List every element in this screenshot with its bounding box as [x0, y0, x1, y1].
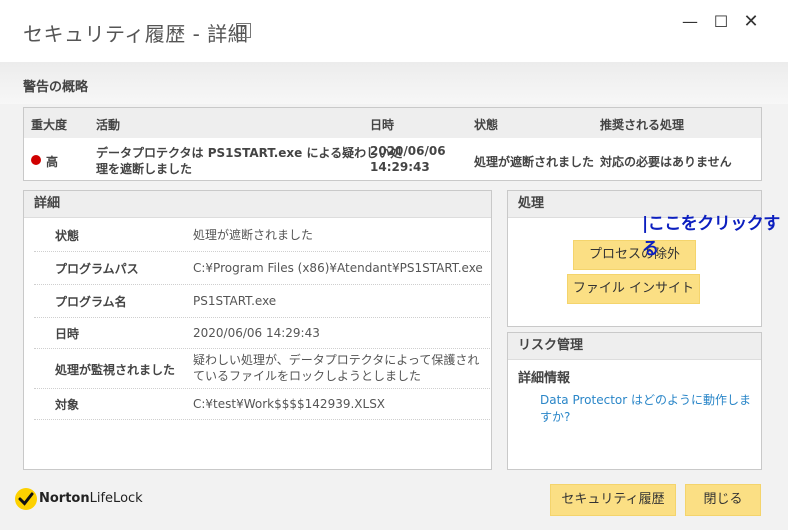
help-icon[interactable]: ? — [236, 23, 251, 38]
detail-value: 疑わしい処理が、データプロテクタによって保護されているファイルをロックしようとし… — [193, 353, 480, 383]
detail-row-target: 対象 C:¥test¥Work$$$$142939.XLSX — [34, 389, 490, 420]
severity-high-icon — [31, 155, 41, 165]
detail-value: 処理が遮断されました — [193, 228, 314, 242]
table-row[interactable]: 高 データプロテクタは PS1START.exe による疑わしい処 理を遮断しま… — [24, 139, 761, 179]
detail-label: 日時 — [55, 327, 80, 341]
detail-label: 対象 — [55, 398, 80, 412]
alert-date: 2020/06/06 — [370, 144, 446, 158]
header-severity: 重大度 — [31, 118, 68, 132]
title-bar: セキュリティ履歴 - 詳細 ? — ☐ ✕ — [0, 0, 788, 62]
table-header: 重大度 活動 日時 状態 推奨される処理 — [24, 108, 761, 138]
detail-row-monitored: 処理が監視されました 疑わしい処理が、データプロテクタによって保護されているファ… — [34, 349, 490, 389]
header-activity: 活動 — [96, 118, 121, 132]
risk-title: リスク管理 — [508, 333, 761, 360]
detail-value[interactable]: C:¥test¥Work$$$$142939.XLSX — [193, 396, 385, 412]
checkmark-icon — [15, 488, 37, 510]
details-panel: 詳細 状態 処理が遮断されました プログラムパス C:¥Program File… — [23, 190, 492, 470]
more-info-heading: 詳細情報 — [518, 371, 571, 386]
alert-status: 処理が遮断されました — [474, 155, 595, 169]
activity-line-2: 理を遮断しました — [96, 162, 193, 176]
header-status: 状態 — [474, 118, 499, 132]
detail-row-datetime: 日時 2020/06/06 14:29:43 — [34, 318, 490, 349]
detail-label: プログラムパス — [55, 262, 139, 276]
alert-recommended: 対応の必要はありません — [600, 155, 732, 169]
window-title: セキュリティ履歴 - 詳細 — [23, 22, 249, 46]
severity-value: 高 — [46, 155, 59, 169]
detail-label: 状態 — [55, 229, 80, 243]
detail-value: PS1START.exe — [193, 294, 277, 308]
click-here-annotation: |ここをクリックする — [642, 214, 780, 259]
minimize-button[interactable]: — — [680, 12, 700, 32]
alert-time: 14:29:43 — [370, 160, 430, 174]
detail-row-status: 状態 処理が遮断されました — [34, 219, 490, 252]
close-icon[interactable]: ✕ — [741, 12, 761, 32]
data-protector-help-link[interactable]: Data Protector はどのように動作しますか? — [540, 391, 761, 425]
alert-summary-title: 警告の概略 — [23, 80, 89, 95]
logo-text-bold: Norton — [39, 491, 90, 506]
detail-label: 処理が監視されました — [55, 363, 176, 377]
activity-line-1: データプロテクタは PS1START.exe による疑わしい処 — [96, 146, 403, 160]
header-band — [0, 62, 788, 104]
maximize-button[interactable]: ☐ — [711, 12, 731, 32]
security-history-button[interactable]: セキュリティ履歴 — [550, 484, 676, 516]
risk-management-panel: リスク管理 詳細情報 Data Protector はどのように動作しますか? — [507, 332, 762, 470]
close-button[interactable]: 閉じる — [685, 484, 761, 516]
alert-summary-table: 重大度 活動 日時 状態 推奨される処理 高 データプロテクタは PS1STAR… — [23, 107, 762, 181]
detail-value: 2020/06/06 14:29:43 — [193, 326, 320, 340]
header-recommended: 推奨される処理 — [600, 118, 685, 132]
file-insight-button[interactable]: ファイル インサイト — [567, 274, 700, 304]
detail-row-program-name: プログラム名 PS1START.exe — [34, 285, 490, 318]
logo-text-light: LifeLock — [89, 491, 143, 506]
details-title: 詳細 — [24, 191, 491, 218]
header-datetime: 日時 — [370, 118, 395, 132]
detail-label: プログラム名 — [55, 295, 127, 309]
detail-row-program-path: プログラムパス C:¥Program Files (x86)¥Atendant¥… — [34, 252, 490, 285]
detail-value[interactable]: C:¥Program Files (x86)¥Atendant¥PS1START… — [193, 260, 483, 276]
logo-text: NortonLifeLock — [39, 491, 143, 506]
